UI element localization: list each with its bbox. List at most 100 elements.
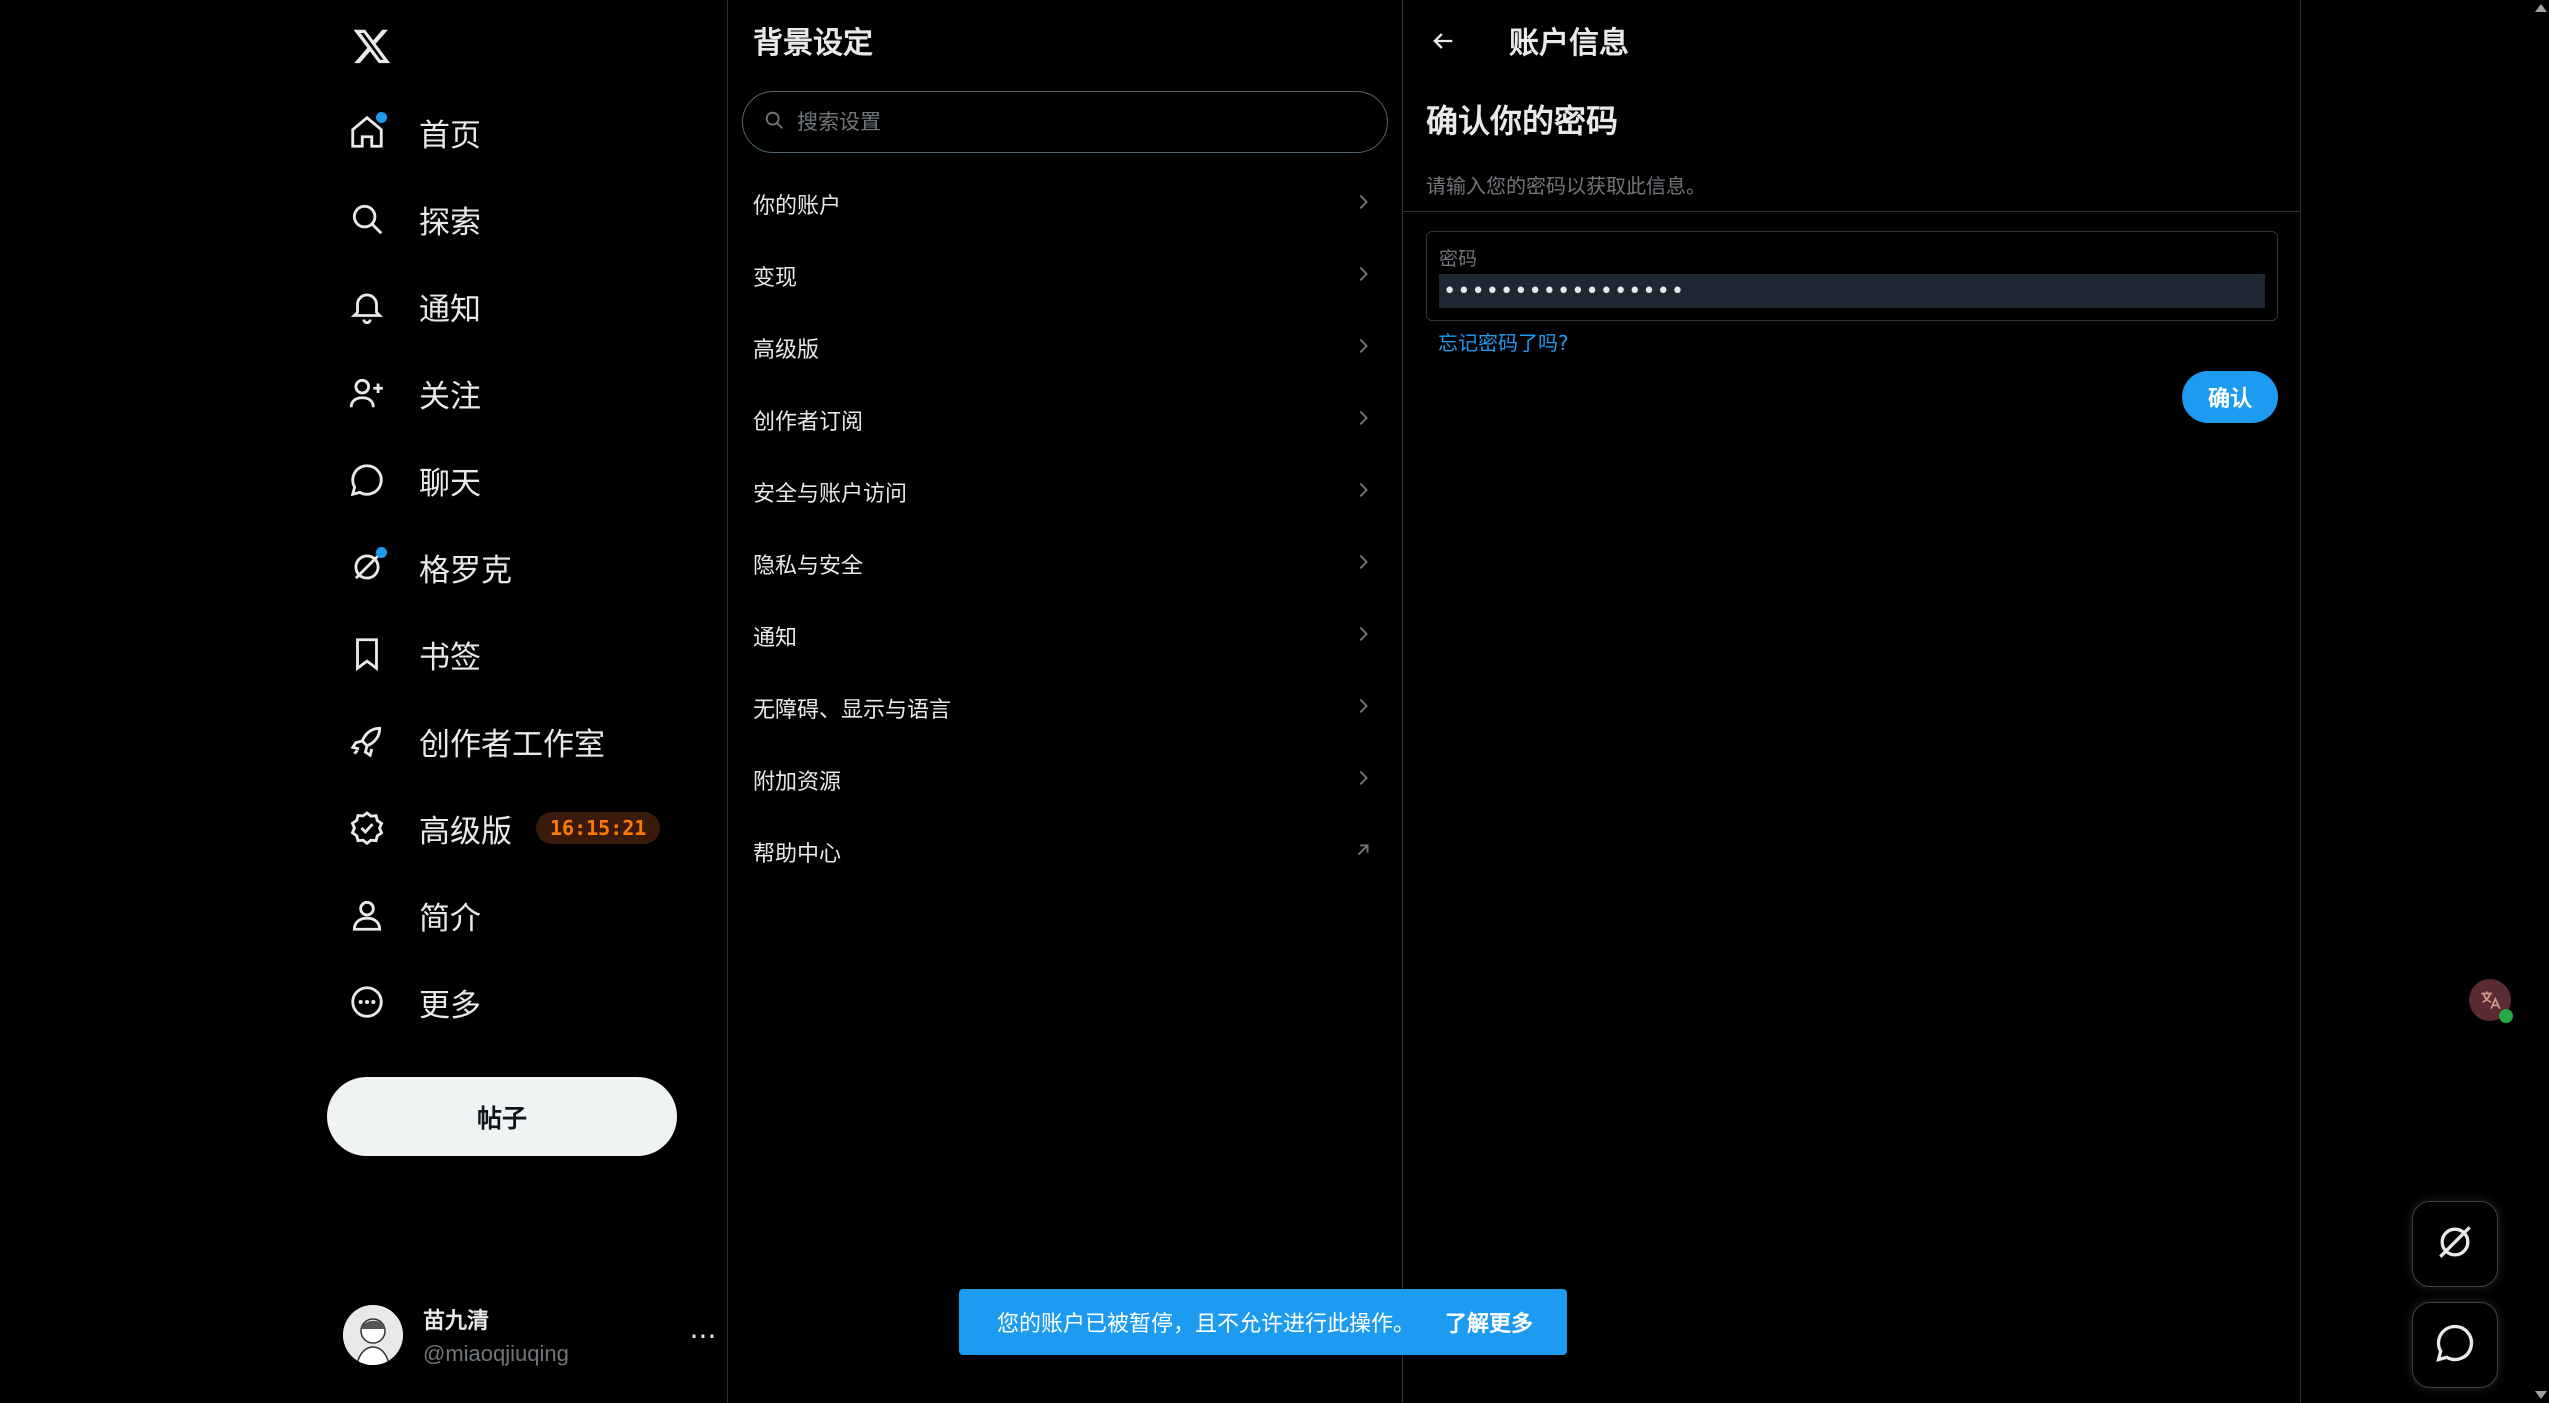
nav-item-label: 书签: [419, 639, 481, 676]
chevron-right-icon: [1352, 551, 1374, 577]
verified-icon: [341, 802, 393, 854]
translate-extension-icon[interactable]: [2469, 979, 2513, 1023]
nav-item-label: 首页: [419, 117, 481, 154]
settings-column: 背景设定 你的账户 变现 高级版 创作者订阅: [727, 0, 1403, 1403]
settings-row-label: 创作者订阅: [753, 410, 864, 435]
profile-name: 苗九清: [423, 1309, 490, 1334]
grok-floating-button[interactable]: [2412, 1201, 2498, 1287]
chat-icon: [341, 454, 393, 506]
profile-text: 苗九清 @miaoqjiuqing: [423, 1303, 569, 1367]
settings-row-label: 无障碍、显示与语言: [753, 698, 952, 723]
chevron-right-icon: [1352, 479, 1374, 505]
settings-row-privacy[interactable]: 隐私与安全: [728, 528, 1402, 600]
settings-list: 你的账户 变现 高级版 创作者订阅 安全与账户访问 隐私与安全 通知 无障碍、显…: [728, 168, 1402, 888]
app-root: 首页 探索 通知 关注 聊天 格罗克 书签 创作者工作室 高级版 16:15:2…: [0, 0, 2549, 1403]
settings-row-label: 帮助中心: [753, 842, 842, 867]
bell-icon: [341, 280, 393, 332]
password-field[interactable]: 密码: [1426, 231, 2278, 321]
nav-item-label: 简介: [419, 900, 481, 937]
settings-row-label: 变现: [753, 266, 798, 291]
settings-row-notifications[interactable]: 通知: [728, 600, 1402, 672]
settings-row-creator-subscriptions[interactable]: 创作者订阅: [728, 384, 1402, 456]
settings-row-premium[interactable]: 高级版: [728, 312, 1402, 384]
divider: [1402, 211, 2300, 212]
rocket-icon: [341, 715, 393, 767]
account-title: 账户信息: [1509, 26, 1629, 61]
chevron-right-icon: [1352, 335, 1374, 361]
nav-item-label: 高级版: [419, 813, 512, 850]
nav-item-chat[interactable]: 聊天: [341, 445, 501, 515]
nav-item-profile[interactable]: 简介: [341, 880, 501, 950]
settings-row-label: 高级版: [753, 338, 820, 363]
notification-dot: [376, 547, 387, 558]
page-scrollbar[interactable]: [2531, 0, 2549, 1403]
settings-search-input[interactable]: [795, 109, 1379, 135]
forgot-password-link[interactable]: 忘记密码了吗?: [1438, 327, 1569, 356]
settings-search[interactable]: [742, 91, 1388, 153]
settings-row-label: 安全与账户访问: [753, 482, 908, 507]
post-button[interactable]: 帖子: [327, 1077, 677, 1156]
nav-item-explore[interactable]: 探索: [341, 184, 501, 254]
settings-row-accessibility[interactable]: 无障碍、显示与语言: [728, 672, 1402, 744]
nav-item-premium[interactable]: 高级版 16:15:21: [341, 793, 680, 863]
settings-row-security[interactable]: 安全与账户访问: [728, 456, 1402, 528]
x-logo-icon[interactable]: [342, 16, 402, 76]
chevron-right-icon: [1352, 695, 1374, 721]
notification-dot: [376, 112, 387, 123]
bookmark-icon: [341, 628, 393, 680]
settings-row-label: 通知: [753, 626, 798, 651]
chevron-right-icon: [1352, 263, 1374, 289]
nav-item-follow[interactable]: 关注: [341, 358, 501, 428]
confirm-password-subtitle: 请输入您的密码以获取此信息。: [1426, 174, 1706, 198]
chevron-right-icon: [1352, 407, 1374, 433]
grok-icon: [341, 541, 393, 593]
nav-item-label: 格罗克: [419, 552, 512, 589]
chat-icon: [2433, 1321, 2477, 1369]
check-icon: [2499, 1009, 2513, 1023]
nav-item-bookmarks[interactable]: 书签: [341, 619, 501, 689]
back-arrow-icon[interactable]: [1422, 20, 1464, 62]
settings-row-label: 你的账户: [753, 194, 842, 219]
settings-row-monetization[interactable]: 变现: [728, 240, 1402, 312]
password-label: 密码: [1439, 248, 1478, 270]
nav-item-label: 关注: [419, 378, 481, 415]
scroll-up-arrow-icon[interactable]: [2535, 4, 2547, 12]
follow-icon: [341, 367, 393, 419]
settings-row-help-center[interactable]: 帮助中心: [728, 816, 1402, 888]
suspended-toast: 您的账户已被暂停，且不允许进行此操作。 了解更多: [959, 1289, 1567, 1355]
confirm-password-heading: 确认你的密码: [1426, 102, 1619, 140]
nav-item-notifications[interactable]: 通知: [341, 271, 501, 341]
home-icon: [341, 106, 393, 158]
more-horizontal-icon[interactable]: ···: [683, 1316, 723, 1356]
nav-item-creator-studio[interactable]: 创作者工作室: [341, 706, 625, 776]
nav-item-grok[interactable]: 格罗克: [341, 532, 532, 602]
account-info-column: 账户信息 确认你的密码 请输入您的密码以获取此信息。 密码 忘记密码了吗? 确认: [1402, 0, 2301, 1403]
nav-item-home[interactable]: 首页: [341, 97, 501, 167]
nav-item-label: 探索: [419, 204, 481, 241]
nav-item-more[interactable]: 更多: [341, 967, 501, 1037]
search-icon: [763, 109, 785, 135]
settings-row-additional-resources[interactable]: 附加资源: [728, 744, 1402, 816]
account-switcher[interactable]: 苗九清 @miaoqjiuqing ···: [343, 1298, 723, 1372]
external-link-icon: [1352, 839, 1374, 865]
settings-title: 背景设定: [753, 26, 873, 61]
chat-floating-button[interactable]: [2412, 1302, 2498, 1388]
premium-countdown-badge: 16:15:21: [536, 812, 661, 844]
grok-icon: [2433, 1220, 2477, 1268]
confirm-button[interactable]: 确认: [2182, 371, 2278, 423]
scroll-down-arrow-icon[interactable]: [2535, 1391, 2547, 1399]
learn-more-link[interactable]: 了解更多: [1445, 1306, 1533, 1338]
chevron-right-icon: [1352, 623, 1374, 649]
password-input[interactable]: [1439, 274, 2265, 308]
primary-nav: 首页 探索 通知 关注 聊天 格罗克 书签 创作者工作室 高级版 16:15:2…: [327, 0, 727, 1403]
nav-item-label: 通知: [419, 291, 481, 328]
nav-item-label: 更多: [419, 987, 481, 1024]
chevron-right-icon: [1352, 191, 1374, 217]
toast-message: 您的账户已被暂停，且不允许进行此操作。: [997, 1312, 1416, 1337]
settings-row-your-account[interactable]: 你的账户: [728, 168, 1402, 240]
settings-row-label: 隐私与安全: [753, 554, 864, 579]
nav-item-label: 聊天: [419, 465, 481, 502]
chevron-right-icon: [1352, 767, 1374, 793]
avatar: [343, 1305, 403, 1365]
more-circle-icon: [341, 976, 393, 1028]
